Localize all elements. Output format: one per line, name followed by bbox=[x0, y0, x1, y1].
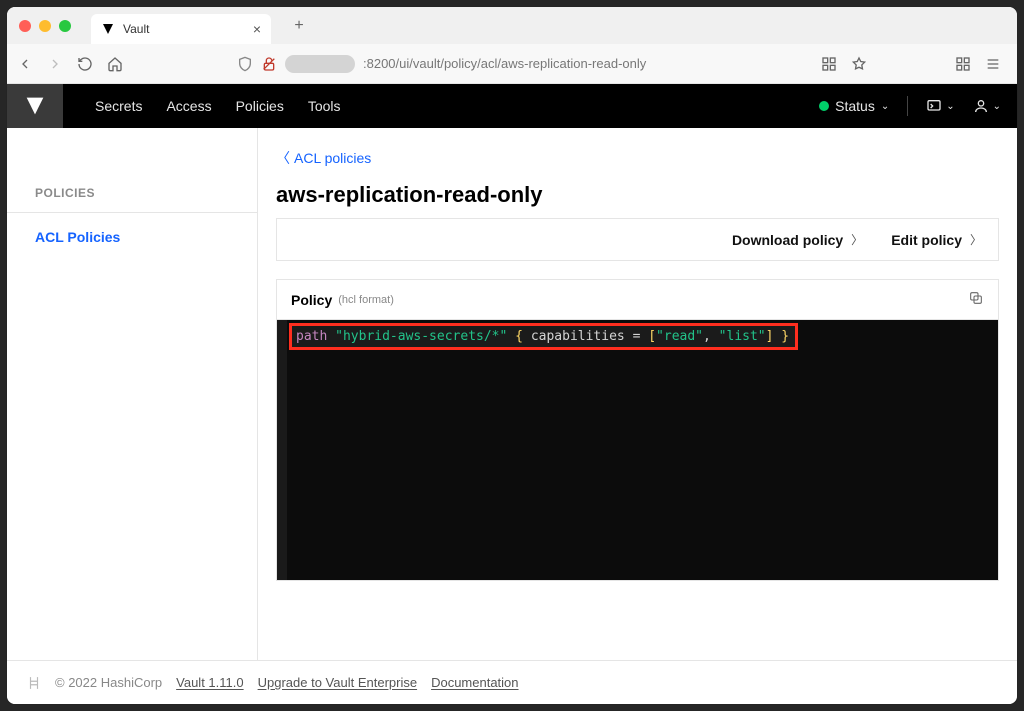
content-split: POLICIES ACL Policies 〈 ACL policies aws… bbox=[7, 128, 1017, 660]
code-gutter bbox=[277, 320, 287, 580]
action-label: Edit policy bbox=[891, 232, 962, 248]
panel-title: Policy bbox=[291, 292, 332, 308]
tracking-shield-icon[interactable] bbox=[237, 56, 253, 72]
browser-window: Vault × + :8200/ui/vault/policy/acl/aws-… bbox=[7, 7, 1017, 704]
panel-header: Policy (hcl format) bbox=[277, 280, 998, 320]
app-header: Secrets Access Policies Tools Status ⌄ ⌄ bbox=[7, 84, 1017, 128]
bookmark-star-icon[interactable] bbox=[851, 56, 867, 72]
tab-title: Vault bbox=[123, 22, 149, 36]
vault-favicon bbox=[101, 22, 115, 36]
vault-logo[interactable] bbox=[7, 84, 63, 128]
chevron-down-icon: ⌄ bbox=[993, 101, 1001, 112]
status-label: Status bbox=[835, 98, 875, 114]
download-policy-button[interactable]: Download policy 〉 bbox=[732, 231, 863, 248]
hamburger-menu-icon[interactable] bbox=[985, 56, 1001, 72]
status-menu[interactable]: Status ⌄ bbox=[819, 98, 889, 114]
user-menu[interactable]: ⌄ bbox=[973, 98, 1001, 114]
chevron-right-icon: 〉 bbox=[970, 231, 982, 248]
panel-format-hint: (hcl format) bbox=[338, 294, 394, 306]
documentation-link[interactable]: Documentation bbox=[431, 675, 518, 690]
nav-policies[interactable]: Policies bbox=[236, 98, 284, 114]
main-content: 〈 ACL policies aws-replication-read-only… bbox=[258, 128, 1017, 660]
upgrade-link[interactable]: Upgrade to Vault Enterprise bbox=[258, 675, 417, 690]
url-path: :8200/ui/vault/policy/acl/aws-replicatio… bbox=[363, 56, 646, 71]
action-label: Download policy bbox=[732, 232, 843, 248]
nav-secrets[interactable]: Secrets bbox=[95, 98, 142, 114]
chevron-down-icon: ⌄ bbox=[946, 101, 954, 112]
insecure-lock-icon[interactable] bbox=[261, 56, 277, 72]
console-menu[interactable]: ⌄ bbox=[926, 98, 954, 114]
close-window-button[interactable] bbox=[19, 20, 31, 32]
nav-access[interactable]: Access bbox=[166, 98, 211, 114]
edit-policy-button[interactable]: Edit policy 〉 bbox=[891, 231, 982, 248]
code-token: = bbox=[633, 329, 641, 344]
highlighted-code-line: path "hybrid-aws-secrets/*" { capabiliti… bbox=[289, 323, 798, 350]
address-bar: :8200/ui/vault/policy/acl/aws-replicatio… bbox=[7, 44, 1017, 84]
code-token: ] bbox=[766, 329, 774, 344]
copyright: © 2022 HashiCorp bbox=[55, 675, 162, 690]
forward-button[interactable] bbox=[47, 56, 63, 72]
divider bbox=[907, 96, 908, 116]
code-token: path bbox=[296, 329, 327, 344]
browser-tab[interactable]: Vault × bbox=[91, 14, 271, 44]
sidebar-heading: POLICIES bbox=[7, 186, 257, 212]
vault-app: Secrets Access Policies Tools Status ⌄ ⌄ bbox=[7, 84, 1017, 704]
code-token: capabilities bbox=[531, 329, 625, 344]
minimize-window-button[interactable] bbox=[39, 20, 51, 32]
divider bbox=[7, 212, 257, 213]
code-editor[interactable]: path "hybrid-aws-secrets/*" { capabiliti… bbox=[277, 320, 998, 580]
extensions-icon[interactable] bbox=[955, 56, 971, 72]
nav-tools[interactable]: Tools bbox=[308, 98, 341, 114]
code-token: "hybrid-aws-secrets/*" bbox=[335, 329, 507, 344]
redacted-host bbox=[285, 55, 355, 73]
chevron-left-icon: 〈 bbox=[276, 148, 290, 168]
page-title: aws-replication-read-only bbox=[276, 182, 999, 208]
sidebar: POLICIES ACL Policies bbox=[7, 128, 258, 660]
tab-strip: Vault × + bbox=[7, 7, 1017, 44]
app-footer: © 2022 HashiCorp Vault 1.11.0 Upgrade to… bbox=[7, 660, 1017, 704]
policy-panel: Policy (hcl format) path "hybrid-aws-sec… bbox=[276, 279, 999, 581]
reload-button[interactable] bbox=[77, 56, 93, 72]
chevron-down-icon: ⌄ bbox=[881, 101, 889, 112]
hashicorp-icon bbox=[27, 676, 41, 690]
breadcrumb[interactable]: 〈 ACL policies bbox=[276, 148, 999, 168]
code-token: { bbox=[515, 329, 523, 344]
home-button[interactable] bbox=[107, 56, 123, 72]
url-field[interactable]: :8200/ui/vault/policy/acl/aws-replicatio… bbox=[137, 55, 807, 73]
window-controls bbox=[19, 20, 71, 32]
breadcrumb-label: ACL policies bbox=[294, 150, 371, 166]
new-tab-button[interactable]: + bbox=[287, 14, 311, 38]
primary-nav: Secrets Access Policies Tools bbox=[95, 98, 341, 114]
maximize-window-button[interactable] bbox=[59, 20, 71, 32]
tab-close-icon[interactable]: × bbox=[253, 21, 261, 37]
sidebar-item-acl-policies[interactable]: ACL Policies bbox=[7, 223, 257, 251]
code-token: "list" bbox=[719, 329, 766, 344]
version-link[interactable]: Vault 1.11.0 bbox=[176, 675, 243, 690]
code-token: } bbox=[781, 329, 789, 344]
qr-icon[interactable] bbox=[821, 56, 837, 72]
code-token: "read" bbox=[656, 329, 703, 344]
code-token: [ bbox=[648, 329, 656, 344]
action-bar: Download policy 〉 Edit policy 〉 bbox=[276, 219, 999, 261]
status-indicator-icon bbox=[819, 101, 829, 111]
back-button[interactable] bbox=[17, 56, 33, 72]
chevron-right-icon: 〉 bbox=[851, 231, 863, 248]
copy-icon[interactable] bbox=[968, 290, 984, 309]
code-token: , bbox=[703, 329, 711, 344]
